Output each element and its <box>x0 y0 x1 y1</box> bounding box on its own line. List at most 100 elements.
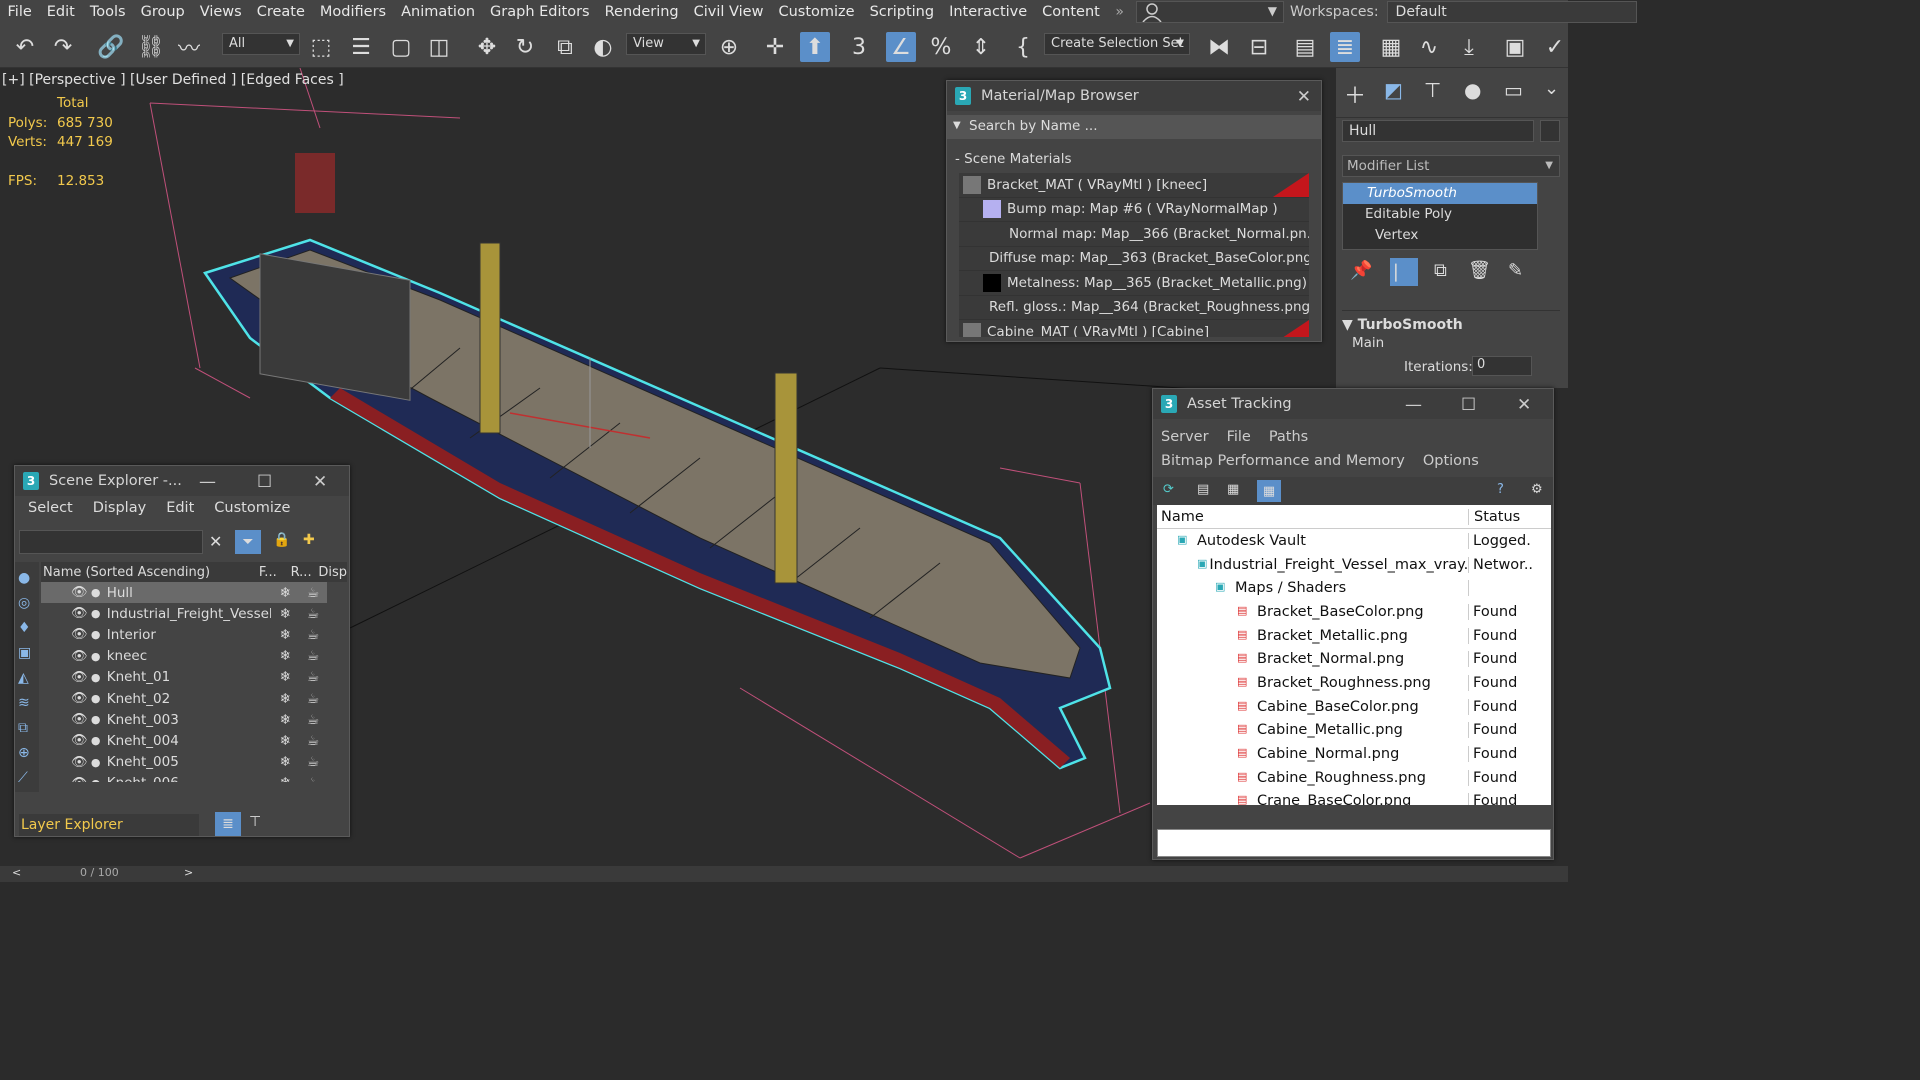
show-end-result-icon[interactable]: ⎸ <box>1390 258 1418 286</box>
table-view-icon[interactable]: ▦ <box>1257 480 1281 502</box>
renderable-toggle-icon[interactable]: ☕ <box>299 648 327 664</box>
align-icon[interactable]: ⊟ <box>1244 32 1274 62</box>
more-menus-icon[interactable]: » <box>1107 4 1132 20</box>
asset-row[interactable]: ▣ Autodesk Vault Logged. <box>1157 529 1551 553</box>
clear-search-icon[interactable]: ✕ <box>209 532 222 551</box>
maximize-icon[interactable]: ☐ <box>257 472 272 492</box>
list-view-icon[interactable]: ▤ <box>1197 482 1209 497</box>
freeze-toggle-icon[interactable]: ❄ <box>271 648 299 664</box>
scene-explorer-menu-item[interactable]: Select <box>21 500 80 526</box>
scene-object-row[interactable]: 👁 ● Hull ❄ ☕ <box>41 582 327 604</box>
material-list-item[interactable]: Metalness: Map__365 (Bracket_Metallic.pn… <box>959 271 1309 296</box>
visibility-eye-icon[interactable]: 👁 <box>71 585 91 600</box>
material-list-item[interactable]: Bump map: Map #6 ( VRayNormalMap ) <box>959 198 1309 222</box>
minimize-icon[interactable]: — <box>1405 395 1422 415</box>
asset-row[interactable]: ▤ Bracket_BaseColor.png Found <box>1157 600 1551 624</box>
column-name[interactable]: Name (Sorted Ascending) <box>41 565 259 580</box>
asset-row[interactable]: ▤ Bracket_Normal.png Found <box>1157 647 1551 671</box>
display-tab-icon[interactable]: ▭ <box>1504 78 1523 102</box>
material-browser-titlebar[interactable]: 3 Material/Map Browser ✕ <box>947 81 1321 111</box>
scene-object-row[interactable]: 👁 ● Interior ❄ ☕ <box>41 624 327 645</box>
menu-item[interactable]: Graph Editors <box>483 4 598 20</box>
window-crossing-icon[interactable]: ◫ <box>424 32 454 62</box>
menu-item[interactable]: Civil View <box>686 4 771 20</box>
select-manipulate-icon[interactable]: ✛ <box>760 32 790 62</box>
asset-row[interactable]: ▤ Crane_BaseColor.png Found <box>1157 790 1551 805</box>
asset-row[interactable]: ▤ Bracket_Metallic.png Found <box>1157 624 1551 648</box>
iterations-spinner[interactable]: 0 <box>1472 356 1532 376</box>
modifier-stack-item[interactable]: Vertex <box>1343 225 1537 246</box>
snaps-toggle-icon[interactable]: 3 <box>844 32 874 62</box>
menu-item[interactable]: Create <box>249 4 312 20</box>
add-layer-icon[interactable]: ✚ <box>303 532 315 548</box>
visibility-eye-icon[interactable]: 👁 <box>71 776 91 782</box>
column-render[interactable]: R... <box>291 565 319 580</box>
select-by-name-icon[interactable]: ☰ <box>346 32 376 62</box>
material-list-item[interactable]: Bracket_MAT ( VRayMtl ) [kneec] <box>959 173 1309 198</box>
named-selection-set-dropdown[interactable]: Create Selection Set ▼ <box>1044 33 1190 55</box>
menu-item[interactable]: Views <box>192 4 249 20</box>
visibility-eye-icon[interactable]: 👁 <box>71 733 91 748</box>
asset-tracking-menu-item[interactable]: Paths <box>1269 425 1308 449</box>
redo-icon[interactable]: ↷ <box>48 32 78 62</box>
material-search-input[interactable]: Search by Name ... <box>947 115 1321 139</box>
column-display[interactable]: Disp <box>318 565 347 580</box>
undo-icon[interactable]: ↶ <box>10 32 40 62</box>
renderable-toggle-icon[interactable]: ☕ <box>299 627 327 643</box>
rotate-icon[interactable]: ↻ <box>510 32 540 62</box>
visibility-eye-icon[interactable]: 👁 <box>71 627 91 642</box>
help-icon[interactable]: ? <box>1497 482 1504 497</box>
next-frame-icon[interactable]: > <box>184 866 193 879</box>
scene-explorer-titlebar[interactable]: 3 Scene Explorer -... — ☐ ✕ <box>15 466 349 496</box>
menu-item[interactable]: File <box>0 4 39 20</box>
asset-row[interactable]: ▤ Cabine_Normal.png Found <box>1157 742 1551 766</box>
maximize-icon[interactable]: ☐ <box>1461 395 1476 415</box>
display-all-icon[interactable]: ● <box>18 566 36 591</box>
explorer-type-dropdown[interactable]: Layer Explorer <box>19 814 199 836</box>
detail-view-icon[interactable]: ▦ <box>1227 482 1239 497</box>
menu-item[interactable]: Animation <box>394 4 483 20</box>
layer-explorer-icon[interactable]: ≣ <box>215 812 241 836</box>
scene-object-row[interactable]: 👁 ● Kneht_003 ❄ ☕ <box>41 709 327 730</box>
display-helpers-icon[interactable]: ◭ <box>18 666 36 691</box>
utilities-tab-icon[interactable]: ⌄ <box>1544 78 1559 99</box>
visibility-eye-icon[interactable]: 👁 <box>71 606 91 621</box>
asset-tracking-titlebar[interactable]: 3 Asset Tracking — ☐ ✕ <box>1153 389 1553 419</box>
render-setup-icon[interactable]: ✓ <box>1540 32 1570 62</box>
freeze-toggle-icon[interactable]: ❄ <box>271 627 299 643</box>
renderable-toggle-icon[interactable]: ☕ <box>299 775 327 782</box>
previous-frame-icon[interactable]: < <box>12 866 21 879</box>
scene-object-row[interactable]: 👁 ● Industrial_Freight_Vessel ❄ ☕ <box>41 603 327 624</box>
freeze-toggle-icon[interactable]: ❄ <box>271 733 299 749</box>
visibility-eye-icon[interactable]: 👁 <box>71 712 91 727</box>
scene-materials-header[interactable]: - Scene Materials <box>955 151 1072 167</box>
renderable-toggle-icon[interactable]: ☕ <box>299 691 327 707</box>
bind-spacewarp-icon[interactable]: 〰 <box>174 32 204 62</box>
material-editor-icon[interactable]: ▣ <box>1500 32 1530 62</box>
mirror-icon[interactable]: ⧓ <box>1204 32 1234 62</box>
search-options-icon[interactable]: ▼ <box>953 120 961 131</box>
display-spacewarps-icon[interactable]: ≋ <box>18 691 36 716</box>
scene-object-row[interactable]: 👁 ● Kneht_02 ❄ ☕ <box>41 688 327 709</box>
viewport-label[interactable]: [+] [Perspective ] [User Defined ] [Edge… <box>2 72 344 88</box>
rectangular-selection-icon[interactable]: ▢ <box>386 32 416 62</box>
unlink-icon[interactable]: ⛓ <box>136 32 166 62</box>
asset-path-field[interactable] <box>1157 829 1551 857</box>
freeze-toggle-icon[interactable]: ❄ <box>271 754 299 770</box>
remove-modifier-icon[interactable]: 🗑 <box>1468 260 1491 281</box>
freeze-toggle-icon[interactable]: ❄ <box>271 712 299 728</box>
scene-explorer-toggle-icon[interactable]: ▤ <box>1290 32 1320 62</box>
make-unique-icon[interactable]: ⧉ <box>1434 260 1447 281</box>
create-tab-icon[interactable]: ＋ <box>1344 78 1366 110</box>
visibility-eye-icon[interactable]: 👁 <box>71 755 91 770</box>
asset-tracking-menu-item[interactable]: Bitmap Performance and Memory <box>1161 449 1405 473</box>
asset-tracking-menu-item[interactable]: Options <box>1423 449 1479 473</box>
scene-object-row[interactable]: 👁 ● Kneht_004 ❄ ☕ <box>41 730 327 751</box>
settings-icon[interactable]: ⚙ <box>1531 482 1543 497</box>
move-icon[interactable]: ✥ <box>472 32 502 62</box>
menu-item[interactable]: Group <box>133 4 192 20</box>
asset-row[interactable]: ▤ Bracket_Roughness.png Found <box>1157 671 1551 695</box>
spinner-snap-icon[interactable]: ⇕ <box>966 32 996 62</box>
menu-item[interactable]: Tools <box>82 4 133 20</box>
scene-object-row[interactable]: 👁 ● Kneht_01 ❄ ☕ <box>41 667 327 688</box>
